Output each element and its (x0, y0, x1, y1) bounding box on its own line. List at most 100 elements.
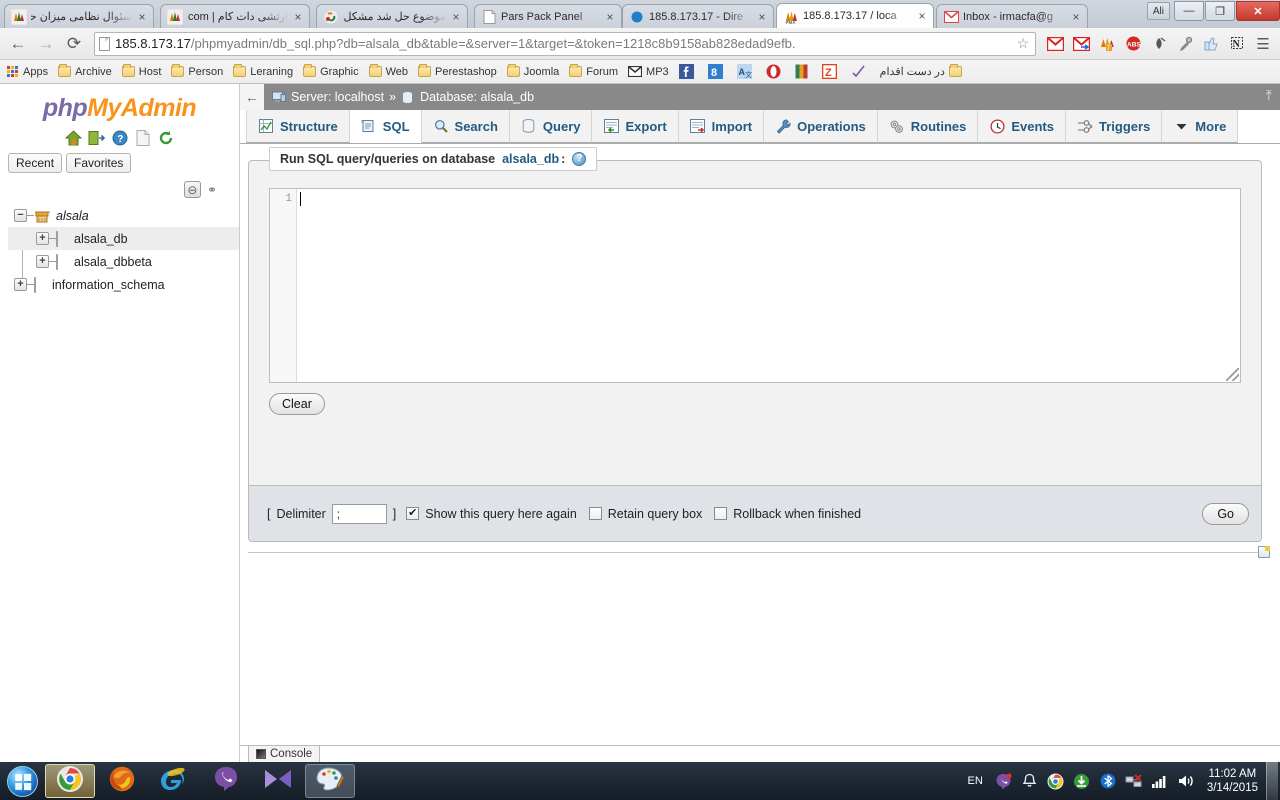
breadcrumb-database[interactable]: Database: alsala_db (420, 90, 534, 104)
close-button[interactable]: ✕ (1236, 1, 1280, 21)
bookmark-dar-dast-eqdam[interactable]: در دست اقدام (877, 64, 967, 79)
bookmark-perestashop[interactable]: Perestashop (415, 64, 502, 79)
bookmark-web[interactable]: Web (366, 64, 413, 79)
bookmark-person[interactable]: Person (168, 64, 228, 79)
bookmark-mp3[interactable]: MP3 (625, 65, 674, 79)
bookmark-graphic[interactable]: Graphic (300, 64, 364, 79)
chrome-taskbar-button[interactable] (45, 764, 95, 798)
collapse-all-icon[interactable]: ⊖ (183, 181, 201, 198)
link-with-main-panel-icon[interactable]: ⚭ (207, 183, 217, 197)
eyedropper-icon[interactable] (1174, 33, 1196, 55)
home-icon[interactable] (65, 129, 83, 147)
browser-tab-5[interactable]: 185.8.173.17 - Dire × (622, 4, 774, 28)
retain-query-option[interactable]: Retain query box (588, 507, 702, 521)
chrome-tray-icon[interactable] (1045, 770, 1067, 792)
browser-tab-3[interactable]: موضوع حل شد مشکل د × (316, 4, 468, 28)
ie-taskbar-button[interactable] (149, 764, 199, 798)
start-button[interactable] (0, 763, 44, 799)
user-profile-badge[interactable]: Ali (1146, 2, 1170, 20)
rollback-option[interactable]: Rollback when finished (714, 507, 861, 521)
inkpot-icon[interactable] (1148, 33, 1170, 55)
tab-operations[interactable]: Operations (764, 110, 878, 143)
tab-recent[interactable]: Recent (8, 153, 63, 173)
reload-icon[interactable]: ⟳ (62, 32, 86, 56)
tab-sql[interactable]: SQL (349, 110, 422, 143)
tab-close-icon[interactable]: × (291, 11, 305, 23)
phpmyadmin-logo[interactable]: phpMyAdmin (0, 84, 239, 127)
tab-triggers[interactable]: Triggers (1066, 110, 1163, 143)
browser-tab-2[interactable]: ارتشی دات کام | i.com × (160, 4, 310, 28)
tab-close-icon[interactable]: × (755, 11, 769, 23)
bookmark-leraning[interactable]: Leraning (230, 64, 298, 79)
taskbar-clock[interactable]: 11:02 AM 3/14/2015 (1199, 767, 1266, 795)
delimiter-input[interactable] (331, 503, 387, 524)
tree-node-db-alsala_db[interactable]: + alsala_db (8, 227, 239, 250)
clear-button[interactable]: Clear (269, 393, 325, 415)
notification-bell-icon[interactable] (1019, 770, 1041, 792)
address-bar[interactable]: 185.8.173.17/phpmyadmin/db_sql.php?db=al… (94, 31, 1036, 56)
tab-query[interactable]: Query (509, 110, 593, 143)
collapse-expander-icon[interactable]: − (14, 209, 27, 222)
logout-icon[interactable] (88, 129, 106, 147)
bookmark-book[interactable] (792, 63, 817, 80)
docs-icon[interactable] (134, 129, 152, 147)
tab-close-icon[interactable]: × (603, 11, 617, 23)
moviemaker-taskbar-button[interactable] (253, 764, 303, 798)
expand-expander-icon[interactable]: + (36, 232, 49, 245)
browser-tab-4[interactable]: Pars Pack Panel × (474, 4, 622, 28)
bookmark-facebook[interactable] (676, 63, 703, 80)
help-icon[interactable]: ? (572, 152, 587, 166)
expand-expander-icon[interactable]: + (14, 278, 27, 291)
tab-close-icon[interactable]: × (915, 10, 929, 22)
language-indicator[interactable]: EN (960, 775, 991, 787)
nav-back-icon[interactable]: ← (240, 84, 264, 110)
bookmark-google-plus[interactable]: 8 (705, 63, 732, 80)
bookmark-opera[interactable] (763, 63, 790, 80)
minimize-button[interactable]: — (1174, 1, 1204, 21)
bookmark-forum[interactable]: Forum (566, 64, 623, 79)
tree-node-server-alsala[interactable]: − alsala (8, 204, 239, 227)
tab-export[interactable]: Export (592, 110, 679, 143)
show-query-option[interactable]: ✔ Show this query here again (406, 507, 577, 521)
viber-taskbar-button[interactable] (201, 764, 251, 798)
bookmark-translate[interactable]: A文 (734, 63, 761, 80)
forward-icon[interactable]: → (34, 32, 58, 56)
help-icon[interactable]: ? (111, 129, 129, 147)
bookmark-archive[interactable]: Archive (55, 64, 117, 79)
volume-icon[interactable] (1175, 770, 1197, 792)
tab-structure[interactable]: Structure (246, 110, 350, 143)
tab-search[interactable]: Search (421, 110, 510, 143)
bluetooth-icon[interactable] (1097, 770, 1119, 792)
bookmark-joomla[interactable]: Joomla (504, 64, 564, 79)
page-info-icon[interactable] (99, 36, 110, 51)
evernote-icon[interactable]: N (1226, 33, 1248, 55)
console-toggle-button[interactable]: Console (248, 745, 321, 762)
thumbsup-icon[interactable] (1200, 33, 1222, 55)
show-query-checkbox[interactable]: ✔ (406, 507, 420, 520)
bookmark-zoomit[interactable]: Z (819, 63, 846, 80)
firefox-taskbar-button[interactable] (97, 764, 147, 798)
sql-editor-input[interactable] (297, 189, 1240, 382)
tree-node-db-alsala_dbbeta[interactable]: + alsala_dbbeta (8, 250, 239, 273)
tab-close-icon[interactable]: × (449, 11, 463, 23)
breadcrumb-server[interactable]: Server: localhost (291, 90, 384, 104)
tab-favorites[interactable]: Favorites (66, 153, 132, 173)
rollback-checkbox[interactable] (714, 507, 728, 520)
gmail-icon[interactable] (1044, 33, 1066, 55)
bookmark-check[interactable] (848, 63, 875, 80)
bookmark-star-icon[interactable]: ☆ (1015, 35, 1031, 52)
browser-tab-7[interactable]: Inbox - irmacfa@g × (936, 4, 1088, 28)
go-button[interactable]: Go (1202, 502, 1249, 525)
show-desktop-button[interactable] (1266, 762, 1278, 800)
restore-button[interactable]: ❐ (1205, 1, 1235, 21)
editor-resize-handle[interactable] (1226, 368, 1239, 381)
gmail-forward-icon[interactable] (1070, 33, 1092, 55)
bookmark-host[interactable]: Host (119, 64, 167, 79)
abs-icon[interactable]: ABS (1122, 33, 1144, 55)
sql-editor[interactable]: 1 (269, 188, 1241, 383)
network-disconnected-icon[interactable] (1123, 770, 1145, 792)
tab-close-icon[interactable]: × (1069, 11, 1083, 23)
tree-node-db-information_schema[interactable]: + information_schema (8, 273, 239, 296)
viber-tray-icon[interactable] (993, 770, 1015, 792)
reload-icon[interactable] (157, 129, 175, 147)
